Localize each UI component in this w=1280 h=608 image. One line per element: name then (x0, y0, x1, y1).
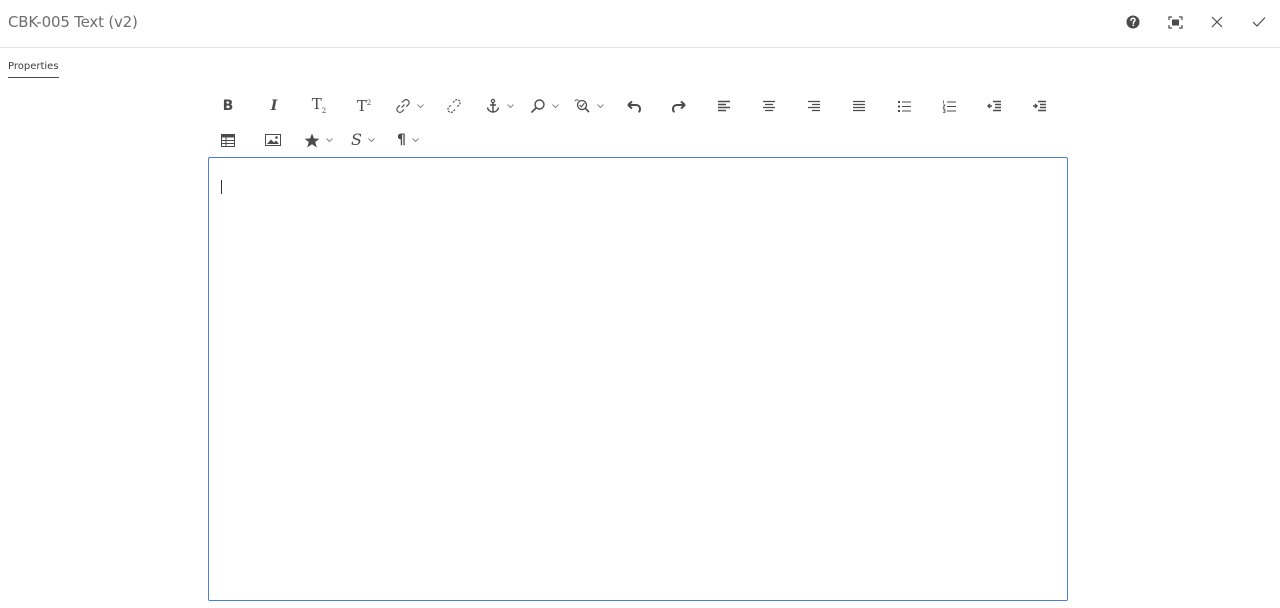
spellcheck-dropdown-chevron-down-icon (597, 103, 604, 109)
spellcheck-icon (574, 99, 590, 113)
tab-list: Properties (8, 56, 59, 78)
anchor-icon (486, 98, 499, 113)
align-center-icon (763, 100, 775, 111)
rte-toolbar: B I T2 T2 S ¶ (209, 89, 1069, 157)
fullscreen-icon (1167, 15, 1183, 29)
dialog-header: CBK-005 Text (v2) (0, 0, 1280, 48)
redo-button[interactable] (660, 91, 698, 121)
special-characters-button[interactable] (299, 125, 337, 155)
subscript-button[interactable]: T2 (300, 91, 338, 121)
rich-text-editor[interactable] (208, 157, 1068, 601)
close-button[interactable] (1196, 0, 1238, 44)
image-button[interactable] (254, 125, 292, 155)
table-button[interactable] (209, 125, 247, 155)
find-dropdown-chevron-down-icon (551, 103, 559, 109)
star-icon (304, 133, 319, 147)
anchor-button[interactable] (480, 91, 518, 121)
help-button[interactable] (1112, 0, 1154, 44)
paragraph-chevron-down-icon (412, 137, 419, 143)
toolbar-row-2: S ¶ (209, 123, 1069, 157)
help-icon (1126, 15, 1140, 29)
outdent-button[interactable] (975, 91, 1013, 121)
indent-icon (1032, 100, 1046, 111)
align-center-button[interactable] (750, 91, 788, 121)
superscript-icon: T2 (356, 96, 372, 115)
numbered-list-icon (941, 100, 956, 113)
search-icon (530, 99, 545, 114)
unlink-button[interactable] (435, 91, 473, 121)
align-left-icon (718, 100, 730, 111)
redo-icon (671, 100, 686, 113)
header-actions (1112, 0, 1280, 44)
styles-button[interactable]: S (344, 125, 382, 155)
link-button[interactable] (390, 91, 428, 121)
special-characters-chevron-down-icon (325, 137, 333, 143)
styles-chevron-down-icon (368, 137, 375, 143)
link-icon (395, 99, 410, 113)
toolbar-row-1: B I T2 T2 (209, 89, 1069, 123)
italic-icon: I (270, 98, 278, 114)
close-icon (1211, 16, 1223, 28)
indent-button[interactable] (1020, 91, 1058, 121)
subscript-letter: T (311, 95, 322, 113)
bold-icon: B (222, 98, 234, 114)
italic-button[interactable]: I (255, 91, 293, 121)
paragraph-format-button[interactable]: ¶ (389, 125, 427, 155)
superscript-button[interactable]: T2 (345, 91, 383, 121)
paragraph-icon: ¶ (397, 132, 406, 148)
image-icon (265, 134, 281, 146)
table-icon (221, 133, 235, 147)
anchor-dropdown-chevron-down-icon (506, 103, 514, 109)
fullscreen-button[interactable] (1154, 0, 1196, 44)
bulleted-list-button[interactable] (885, 91, 923, 121)
text-cursor (221, 180, 222, 194)
undo-icon (627, 100, 642, 113)
spellcheck-button[interactable] (570, 91, 608, 121)
tab-properties[interactable]: Properties (8, 61, 59, 78)
numbered-list-button[interactable] (930, 91, 968, 121)
align-right-button[interactable] (795, 91, 833, 121)
confirm-button[interactable] (1238, 0, 1280, 44)
confirm-check-icon (1252, 17, 1266, 27)
superscript-letter: T (356, 96, 367, 115)
align-left-button[interactable] (705, 91, 743, 121)
link-dropdown-chevron-down-icon (416, 103, 424, 109)
unlink-icon (447, 99, 461, 113)
styles-icon: S (351, 130, 362, 149)
bulleted-list-icon (897, 100, 911, 112)
dialog-title: CBK-005 Text (v2) (8, 13, 138, 31)
align-justify-button[interactable] (840, 91, 878, 121)
align-justify-icon (853, 100, 865, 111)
bold-button[interactable]: B (209, 91, 247, 121)
align-right-icon (808, 100, 820, 111)
subscript-icon: T2 (311, 95, 327, 115)
find-button[interactable] (525, 91, 563, 121)
undo-button[interactable] (615, 91, 653, 121)
outdent-icon (986, 100, 1001, 111)
